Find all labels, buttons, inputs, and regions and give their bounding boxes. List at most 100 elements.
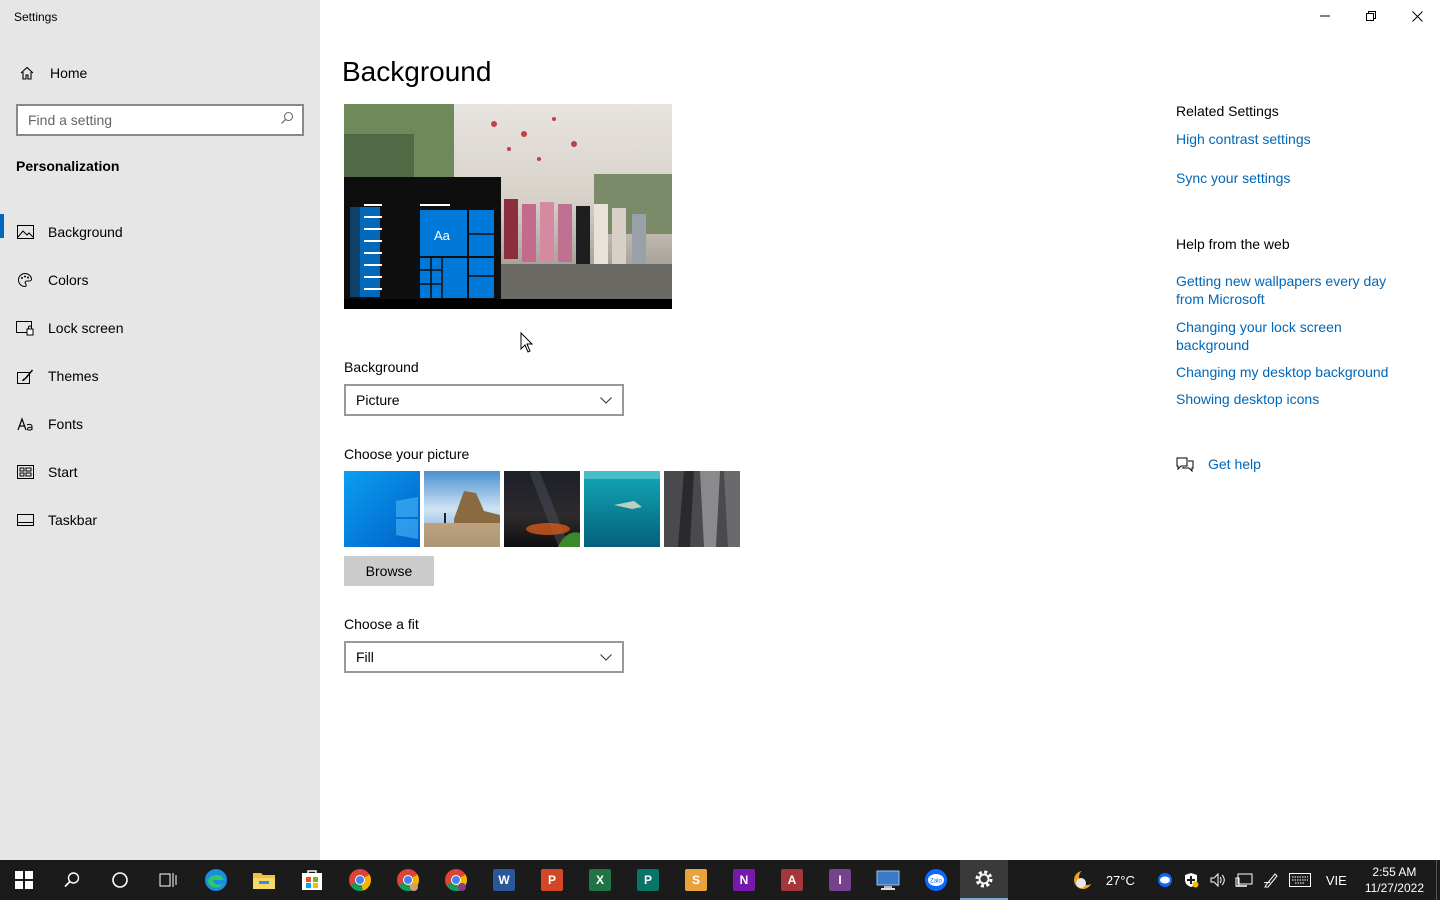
taskbar-app-excel[interactable]: X — [576, 860, 624, 900]
sidebar-item-fonts[interactable]: Fonts — [0, 400, 320, 448]
taskbar-app-powerpoint[interactable]: P — [528, 860, 576, 900]
sidebar-item-label: Themes — [48, 368, 99, 384]
help-link-wallpapers[interactable]: Getting new wallpapers every day from Mi… — [1176, 272, 1406, 308]
help-heading: Help from the web — [1176, 236, 1290, 252]
taskbar-icon — [16, 511, 34, 529]
taskbar-app-access[interactable]: A — [768, 860, 816, 900]
background-label: Background — [344, 359, 419, 375]
close-button[interactable] — [1394, 0, 1440, 32]
zalo-tray-icon — [1157, 873, 1172, 887]
picture-thumb-rock-cliff[interactable] — [664, 471, 740, 547]
taskbar-app-settings[interactable] — [960, 860, 1008, 900]
search-input[interactable] — [28, 112, 280, 128]
related-settings-heading: Related Settings — [1176, 103, 1279, 119]
high-contrast-link[interactable]: High contrast settings — [1176, 130, 1406, 148]
picture-thumb-beach-rocks[interactable] — [424, 471, 500, 547]
home-nav-item[interactable]: Home — [0, 58, 320, 88]
powerpoint-icon: P — [541, 869, 563, 891]
keyboard-icon — [1288, 873, 1311, 887]
sidebar-item-label: Lock screen — [48, 320, 124, 336]
image-icon — [16, 223, 34, 241]
clock-date: 11/27/2022 — [1364, 881, 1424, 895]
picture-thumb-windows-blue[interactable] — [344, 471, 420, 547]
taskbar-app-word[interactable]: W — [480, 860, 528, 900]
remote-desktop-icon — [876, 870, 900, 890]
app-title: Settings — [14, 10, 58, 24]
get-help-label: Get help — [1208, 456, 1261, 472]
preview-wallpaper — [344, 104, 672, 309]
picture-thumb-underwater[interactable] — [584, 471, 660, 547]
taskbar-app-chrome-2[interactable] — [384, 860, 432, 900]
restore-icon — [1366, 11, 1376, 21]
tray-network[interactable] — [1230, 860, 1258, 900]
taskbar-app-edge[interactable] — [192, 860, 240, 900]
mouse-cursor-icon — [520, 332, 534, 353]
taskbar-app-onenote[interactable]: N — [720, 860, 768, 900]
tray-volume[interactable] — [1204, 860, 1230, 900]
taskbar-app-zalo[interactable]: Zalo — [912, 860, 960, 900]
cortana-icon — [112, 872, 128, 888]
store-icon — [302, 870, 322, 890]
browse-button[interactable]: Browse — [344, 556, 434, 586]
weather-widget[interactable]: 27°C — [1067, 860, 1140, 900]
sidebar-item-start[interactable]: Start — [0, 448, 320, 496]
sidebar: Settings Home Personalization Background… — [0, 0, 320, 860]
taskbar-app-publisher[interactable]: P — [624, 860, 672, 900]
home-label: Home — [50, 65, 88, 81]
help-link-lock-screen[interactable]: Changing your lock screen background — [1176, 318, 1406, 354]
close-icon — [1411, 10, 1423, 22]
sidebar-item-label: Background — [48, 224, 123, 240]
home-icon — [18, 64, 36, 82]
lock-screen-icon — [16, 319, 34, 337]
clock[interactable]: 2:55 AM 11/27/2022 — [1357, 860, 1432, 900]
taskbar-app-infopath[interactable]: I — [816, 860, 864, 900]
sidebar-item-label: Taskbar — [48, 512, 98, 528]
taskbar-app-slides[interactable]: S — [672, 860, 720, 900]
folder-icon — [253, 873, 275, 889]
taskbar-app-chrome-1[interactable] — [336, 860, 384, 900]
taskbar-search-button[interactable] — [48, 860, 96, 900]
task-view-button[interactable] — [144, 860, 192, 900]
speaker-icon — [1210, 872, 1225, 888]
background-dropdown-value: Picture — [356, 392, 400, 408]
search-box[interactable] — [16, 104, 304, 136]
task-view-icon — [159, 873, 177, 887]
start-button[interactable] — [0, 860, 48, 900]
background-dropdown[interactable]: Picture — [344, 384, 624, 416]
get-help-link[interactable]: Get help — [1176, 456, 1261, 472]
help-link-desktop-background[interactable]: Changing my desktop background — [1176, 363, 1406, 381]
tray-zalo[interactable] — [1152, 860, 1178, 900]
fit-dropdown-value: Fill — [356, 649, 374, 665]
shield-icon — [1184, 873, 1199, 888]
taskbar-app-remote-desktop[interactable] — [864, 860, 912, 900]
tray-pen[interactable] — [1258, 860, 1284, 900]
taskbar-app-file-explorer[interactable] — [240, 860, 288, 900]
show-desktop-button[interactable] — [1436, 860, 1440, 900]
start-menu-icon — [16, 463, 34, 481]
cortana-button[interactable] — [96, 860, 144, 900]
taskbar-app-chrome-3[interactable] — [432, 860, 480, 900]
section-title: Personalization — [16, 158, 120, 174]
tray-keyboard[interactable] — [1284, 860, 1316, 900]
slides-icon: S — [685, 869, 707, 891]
sidebar-item-background[interactable]: Background — [0, 208, 320, 256]
chat-help-icon — [1176, 457, 1194, 472]
help-link-desktop-icons[interactable]: Showing desktop icons — [1176, 390, 1406, 408]
tray-security[interactable] — [1178, 860, 1204, 900]
fit-dropdown[interactable]: Fill — [344, 641, 624, 673]
chrome-icon — [349, 869, 371, 892]
restore-button[interactable] — [1348, 0, 1394, 32]
sync-settings-link[interactable]: Sync your settings — [1176, 169, 1406, 187]
palette-icon — [16, 271, 34, 289]
sidebar-item-taskbar[interactable]: Taskbar — [0, 496, 320, 544]
language-indicator[interactable]: VIE — [1316, 860, 1357, 900]
sidebar-item-colors[interactable]: Colors — [0, 256, 320, 304]
taskbar-app-store[interactable] — [288, 860, 336, 900]
sidebar-item-lock-screen[interactable]: Lock screen — [0, 304, 320, 352]
picture-thumb-night-sky[interactable] — [504, 471, 580, 547]
clock-time: 2:55 AM — [1372, 865, 1417, 879]
sidebar-item-themes[interactable]: Themes — [0, 352, 320, 400]
minimize-button[interactable] — [1302, 0, 1348, 32]
search-icon[interactable] — [280, 111, 294, 130]
excel-icon: X — [589, 869, 611, 891]
